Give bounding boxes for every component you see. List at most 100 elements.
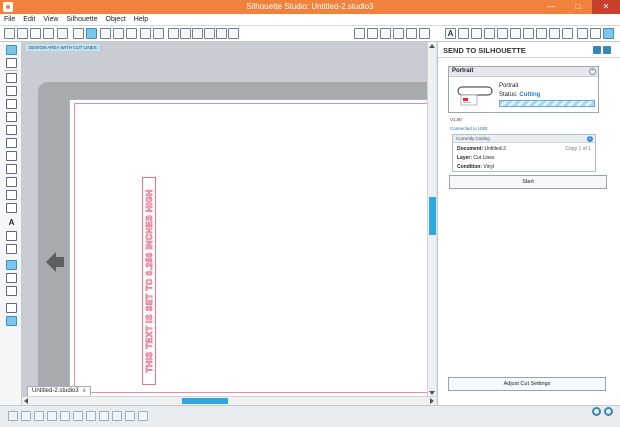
design-page[interactable] [69, 99, 427, 397]
rounded-rectangle-tool-icon[interactable] [6, 125, 17, 135]
fit-to-page-icon[interactable] [228, 28, 239, 39]
device-card[interactable]: Portrait × Portrait Status: Cutting [448, 66, 599, 113]
group-icon[interactable] [34, 411, 44, 421]
adjust-cut-settings-button[interactable]: Adjust Cut Settings [448, 377, 606, 391]
mirror-icon[interactable] [112, 411, 122, 421]
knife-tool-icon[interactable] [6, 244, 17, 254]
zoom-in-icon[interactable] [180, 28, 191, 39]
align-icon[interactable] [536, 28, 547, 39]
bring-front-icon[interactable] [125, 411, 135, 421]
eraser-tool-icon[interactable] [6, 231, 17, 241]
design-workspace[interactable]: DESIGN AREA WITH CUT LINES THIS TEXT IS … [22, 42, 427, 397]
smooth-freehand-icon[interactable] [6, 190, 17, 200]
document-tab[interactable]: Untitled-2.studio3 x [27, 386, 91, 396]
library-store-icon[interactable] [562, 28, 573, 39]
line-color-icon[interactable] [393, 28, 404, 39]
trace-icon[interactable] [510, 28, 521, 39]
device-tab[interactable]: Portrait × [449, 67, 598, 77]
vertical-scroll-thumb[interactable] [429, 197, 436, 235]
freehand-tool-icon[interactable] [6, 177, 17, 187]
vertical-scrollbar[interactable] [427, 42, 436, 397]
paste-icon[interactable] [126, 28, 137, 39]
cut-view-icon[interactable] [6, 273, 17, 283]
layers-icon[interactable] [549, 28, 560, 39]
info-icon[interactable]: i [587, 136, 593, 142]
zoom-drag-icon[interactable] [216, 28, 227, 39]
menu-object[interactable]: Object [102, 14, 130, 25]
zoom-out-icon[interactable] [192, 28, 203, 39]
redo-icon[interactable] [153, 28, 164, 39]
maximize-button[interactable]: □ [567, 0, 589, 14]
select-all-icon[interactable] [8, 411, 18, 421]
scroll-up-icon[interactable] [429, 44, 435, 48]
menu-file[interactable]: File [0, 14, 19, 25]
replicate-icon[interactable] [471, 28, 482, 39]
open-icon[interactable] [17, 28, 28, 39]
cut-settings-icon[interactable] [86, 28, 97, 39]
draw-tool-icon[interactable] [6, 203, 17, 213]
library-icon[interactable] [30, 28, 41, 39]
horizontal-scroll-thumb[interactable] [182, 398, 228, 404]
document-tab-close-icon[interactable]: x [83, 388, 86, 394]
panel-pin-icon[interactable] [593, 46, 601, 54]
panel-close-icon[interactable] [603, 46, 611, 54]
save-icon[interactable] [57, 28, 68, 39]
page-setup-icon[interactable] [73, 28, 84, 39]
menu-view[interactable]: View [39, 14, 62, 25]
curve-tool-icon[interactable] [6, 99, 17, 109]
deselect-icon[interactable] [21, 411, 31, 421]
close-button[interactable]: ✕ [592, 0, 620, 14]
release-compound-icon[interactable] [73, 411, 83, 421]
undo-icon[interactable] [140, 28, 151, 39]
grid-icon[interactable] [367, 28, 378, 39]
duplicate-icon[interactable] [99, 411, 109, 421]
device-close-icon[interactable]: × [589, 68, 596, 75]
ungroup-icon[interactable] [47, 411, 57, 421]
knife-icon[interactable] [523, 28, 534, 39]
tool-icon[interactable] [590, 28, 601, 39]
start-button[interactable]: Start [449, 175, 607, 189]
design-view-icon[interactable] [6, 260, 17, 270]
page-view-icon[interactable] [6, 316, 17, 326]
media-icon[interactable] [6, 286, 17, 296]
delete-icon[interactable] [86, 411, 96, 421]
preferences-gear-icon[interactable] [604, 407, 613, 416]
cut-icon[interactable] [100, 28, 111, 39]
menu-silhouette[interactable]: Silhouette [62, 14, 101, 25]
ellipse-tool-icon[interactable] [6, 138, 17, 148]
copy-icon[interactable] [113, 28, 124, 39]
polygon-shape-icon[interactable] [6, 164, 17, 174]
text-tool-icon[interactable]: A [6, 218, 17, 228]
transform-icon[interactable] [458, 28, 469, 39]
scroll-right-icon[interactable] [430, 398, 434, 404]
text-style-icon[interactable]: A [445, 28, 456, 39]
eraser-icon[interactable] [577, 28, 588, 39]
new-icon[interactable] [4, 28, 15, 39]
edit-points-icon[interactable] [6, 58, 17, 68]
rectangle-tool-icon[interactable] [6, 112, 17, 122]
line-tool-icon[interactable] [6, 73, 17, 83]
settings-gear-icon[interactable] [592, 407, 601, 416]
scroll-left-icon[interactable] [24, 398, 28, 404]
make-compound-icon[interactable] [60, 411, 70, 421]
horizontal-scrollbar[interactable] [22, 396, 436, 405]
scroll-down-icon[interactable] [429, 391, 435, 395]
polygon-tool-icon[interactable] [6, 86, 17, 96]
minimize-button[interactable]: — [540, 0, 562, 14]
color-fill-icon[interactable] [380, 28, 391, 39]
cut-style-icon[interactable] [419, 28, 430, 39]
text-object[interactable]: THIS TEXT IS SET TO 0.250 INCHES HIGH [142, 177, 156, 385]
pan-icon[interactable] [168, 28, 179, 39]
menu-edit[interactable]: Edit [19, 14, 39, 25]
line-style-icon[interactable] [406, 28, 417, 39]
offset-icon[interactable] [497, 28, 508, 39]
select-tool-icon[interactable] [6, 45, 17, 55]
modify-icon[interactable] [484, 28, 495, 39]
zoom-selection-icon[interactable] [204, 28, 215, 39]
menu-help[interactable]: Help [130, 14, 152, 25]
page-icon[interactable] [354, 28, 365, 39]
print-icon[interactable] [43, 28, 54, 39]
send-to-silhouette-icon[interactable] [603, 28, 614, 39]
send-back-icon[interactable] [138, 411, 148, 421]
arc-tool-icon[interactable] [6, 151, 17, 161]
